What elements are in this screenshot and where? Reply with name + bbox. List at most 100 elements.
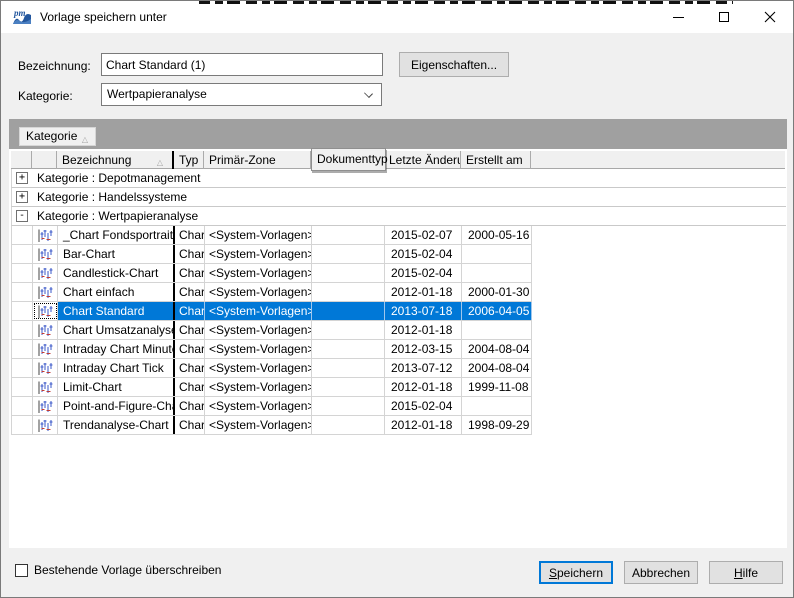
group-by-kategorie-chip[interactable]: Kategorie △: [19, 127, 96, 146]
chart-template-icon: [33, 283, 58, 301]
hilfe-button[interactable]: Hilfe: [709, 561, 783, 584]
cell-letzte-aenderung: 2015-02-07: [385, 226, 462, 244]
table-row[interactable]: Candlestick-Chart Chart <System-Vorlagen…: [11, 264, 532, 283]
cell-bezeichnung[interactable]: Limit-Chart: [58, 378, 175, 396]
cell-bezeichnung[interactable]: Point-and-Figure-Chart: [58, 397, 175, 415]
cell-bezeichnung[interactable]: Candlestick-Chart: [58, 264, 175, 282]
minimize-button[interactable]: [655, 1, 701, 33]
header-primaer-zone[interactable]: Primär-Zone: [204, 151, 311, 169]
abbrechen-button[interactable]: Abbrechen: [624, 561, 698, 584]
row-indent-cell: [12, 226, 33, 244]
table-row[interactable]: Limit-Chart Chart <System-Vorlagen> 2012…: [11, 378, 532, 397]
cell-letzte-aenderung: 2012-01-18: [385, 416, 462, 434]
overwrite-checkbox-label: Bestehende Vorlage überschreiben: [34, 563, 221, 577]
cell-letzte-aenderung: 2012-01-18: [385, 321, 462, 339]
cell-erstellt-am: 2004-08-04: [462, 340, 532, 358]
cell-dokumenttyp: [312, 416, 385, 434]
cell-typ: Chart: [175, 340, 205, 358]
cell-erstellt-am: [462, 264, 532, 282]
cell-primaer-zone: <System-Vorlagen>: [205, 283, 312, 301]
close-icon: [764, 11, 776, 23]
cell-bezeichnung[interactable]: Bar-Chart: [58, 245, 175, 263]
cell-bezeichnung[interactable]: Intraday Chart Tick: [58, 359, 175, 377]
group-row-label: Kategorie : Wertpapieranalyse: [37, 209, 198, 223]
maximize-button[interactable]: [701, 1, 747, 33]
table-row[interactable]: Intraday Chart Minute Chart <System-Vorl…: [11, 340, 532, 359]
header-bezeichnung[interactable]: Bezeichnung △: [57, 151, 174, 169]
row-indent-cell: [12, 359, 33, 377]
cell-dokumenttyp: [312, 302, 385, 320]
cell-primaer-zone: <System-Vorlagen>: [205, 302, 312, 320]
cell-erstellt-am: [462, 245, 532, 263]
cell-letzte-aenderung: 2012-01-18: [385, 378, 462, 396]
table-row[interactable]: Point-and-Figure-Chart Chart <System-Vor…: [11, 397, 532, 416]
app-icon: pm: [12, 8, 32, 26]
table-row[interactable]: Bar-Chart Chart <System-Vorlagen> 2015-0…: [11, 245, 532, 264]
cell-bezeichnung[interactable]: Trendanalyse-Chart: [58, 416, 175, 434]
close-button[interactable]: [747, 1, 793, 33]
cell-dokumenttyp: [312, 359, 385, 377]
bezeichnung-input[interactable]: [101, 53, 383, 76]
cell-bezeichnung[interactable]: Intraday Chart Minute: [58, 340, 175, 358]
row-indent-cell: [12, 340, 33, 358]
row-indent-cell: [12, 283, 33, 301]
group-row-wertpapieranalyse[interactable]: - Kategorie : Wertpapieranalyse: [11, 207, 786, 226]
expand-icon[interactable]: +: [16, 172, 28, 184]
cell-erstellt-am: 2000-01-30: [462, 283, 532, 301]
cell-typ: Chart: [175, 321, 205, 339]
overwrite-checkbox[interactable]: [15, 564, 28, 577]
kategorie-selected-value: Wertpapieranalyse: [107, 87, 207, 101]
cell-typ: Chart: [175, 245, 205, 263]
kategorie-select[interactable]: Wertpapieranalyse: [101, 83, 382, 106]
template-list: Bezeichnung △ Typ Primär-Zone Dokumentty…: [9, 149, 787, 548]
cell-bezeichnung[interactable]: Chart Umsatzanalyse: [58, 321, 175, 339]
row-indent-cell: [12, 245, 33, 263]
cell-primaer-zone: <System-Vorlagen>: [205, 321, 312, 339]
collapse-icon[interactable]: -: [16, 210, 28, 222]
speichern-button[interactable]: Speichern: [539, 561, 613, 584]
cell-bezeichnung[interactable]: _Chart Fondsportrait: [58, 226, 175, 244]
cell-erstellt-am: 2004-08-04: [462, 359, 532, 377]
cell-letzte-aenderung: 2015-02-04: [385, 245, 462, 263]
row-indent-cell: [12, 264, 33, 282]
cell-dokumenttyp: [312, 378, 385, 396]
header-erstellt-am[interactable]: Erstellt am: [461, 151, 531, 169]
group-row-handelssysteme[interactable]: + Kategorie : Handelssysteme: [11, 188, 786, 207]
minimize-icon: [673, 17, 684, 18]
cell-primaer-zone: <System-Vorlagen>: [205, 397, 312, 415]
chart-template-icon: [33, 226, 58, 244]
cell-bezeichnung[interactable]: Chart Standard: [58, 302, 175, 320]
background-window-text-sliver: [199, 1, 733, 4]
header-letzte-aenderung[interactable]: Letzte Änderung: [384, 151, 461, 169]
row-indent-cell: [12, 302, 33, 320]
cell-typ: Chart: [175, 226, 205, 244]
cell-primaer-zone: <System-Vorlagen>: [205, 416, 312, 434]
chart-template-icon: [33, 340, 58, 358]
table-row[interactable]: Trendanalyse-Chart Chart <System-Vorlage…: [11, 416, 532, 435]
title-bar[interactable]: pm Vorlage speichern unter: [1, 1, 793, 33]
cell-erstellt-am: [462, 321, 532, 339]
cell-dokumenttyp: [312, 245, 385, 263]
cell-erstellt-am: 1998-09-29: [462, 416, 532, 434]
group-row-depotmanagement[interactable]: + Kategorie : Depotmanagement: [11, 169, 786, 188]
cell-bezeichnung[interactable]: Chart einfach: [58, 283, 175, 301]
cell-letzte-aenderung: 2015-02-04: [385, 397, 462, 415]
cell-primaer-zone: <System-Vorlagen>: [205, 245, 312, 263]
header-indent-cell: [11, 151, 32, 169]
table-row[interactable]: Chart einfach Chart <System-Vorlagen> 20…: [11, 283, 532, 302]
header-dokumenttyp[interactable]: Dokumenttyp: [311, 148, 386, 171]
group-row-label: Kategorie : Depotmanagement: [37, 171, 200, 185]
cell-primaer-zone: <System-Vorlagen>: [205, 226, 312, 244]
table-row[interactable]: _Chart Fondsportrait Chart <System-Vorla…: [11, 226, 532, 245]
eigenschaften-button[interactable]: Eigenschaften...: [399, 52, 509, 77]
row-indent-cell: [12, 378, 33, 396]
table-row-selected[interactable]: Chart Standard Chart <System-Vorlagen> 2…: [11, 302, 532, 321]
cell-letzte-aenderung: 2012-01-18: [385, 283, 462, 301]
table-row[interactable]: Chart Umsatzanalyse Chart <System-Vorlag…: [11, 321, 532, 340]
cell-letzte-aenderung: 2013-07-18: [385, 302, 462, 320]
table-row[interactable]: Intraday Chart Tick Chart <System-Vorlag…: [11, 359, 532, 378]
cell-dokumenttyp: [312, 340, 385, 358]
header-typ[interactable]: Typ: [174, 151, 204, 169]
cell-dokumenttyp: [312, 321, 385, 339]
expand-icon[interactable]: +: [16, 191, 28, 203]
